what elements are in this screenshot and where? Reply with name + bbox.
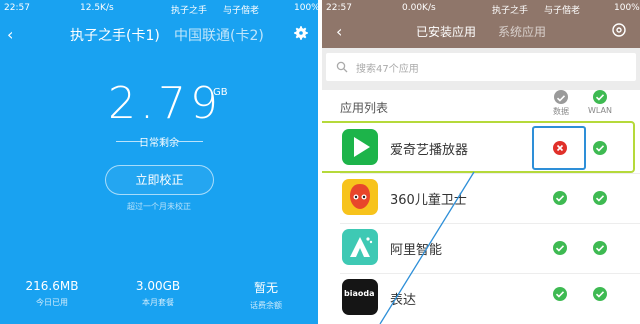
status-carrier2: 与子偕老 [223,6,260,16]
stat-balance-label: 话费余额 [250,301,282,310]
stat-balance-value: 暂无 [253,281,278,295]
stat-today-value: 216.6MB [25,279,79,293]
usage-unit: GB [213,87,228,98]
gear-icon[interactable] [292,24,310,42]
right-panel: 22:57 0.00K/s 执子之手 与子偕老 100% ‹ 已安装应用 系统应… [322,0,640,324]
status-battery: 100% [294,3,318,13]
usage-value: 2.79 [108,78,222,129]
stat-plan-value: 3.00GB [135,279,181,293]
status-speed: 12.5K/s [80,3,114,13]
left-panel: 22:57 12.5K/s 执子之手 与子偕老 100% ‹ 执子之手(卡1) … [0,0,318,324]
stat-plan: 3.00GB 本月套餐 [108,279,208,308]
stat-plan-label: 本月套餐 [142,298,174,307]
divider-right [177,141,203,142]
calibrate-button[interactable]: 立即校正 [105,165,214,195]
stat-today-label: 今日已用 [36,298,68,307]
status-time: 22:57 [4,3,30,13]
calibrate-hint: 超过一个月未校正 [127,202,191,211]
tab-sim2[interactable]: 中国联通(卡2) [174,25,264,45]
status-carrier: 执子之手 [171,6,208,16]
stat-balance: 暂无 话费余额 [216,279,316,311]
tab-sim1[interactable]: 执子之手(卡1) [70,25,160,45]
annotation-pointer-line [379,171,475,324]
stat-today: 216.6MB 今日已用 [2,279,102,308]
back-arrow-icon[interactable]: ‹ [7,25,13,44]
usage-label: 日常剩余 [139,138,179,149]
